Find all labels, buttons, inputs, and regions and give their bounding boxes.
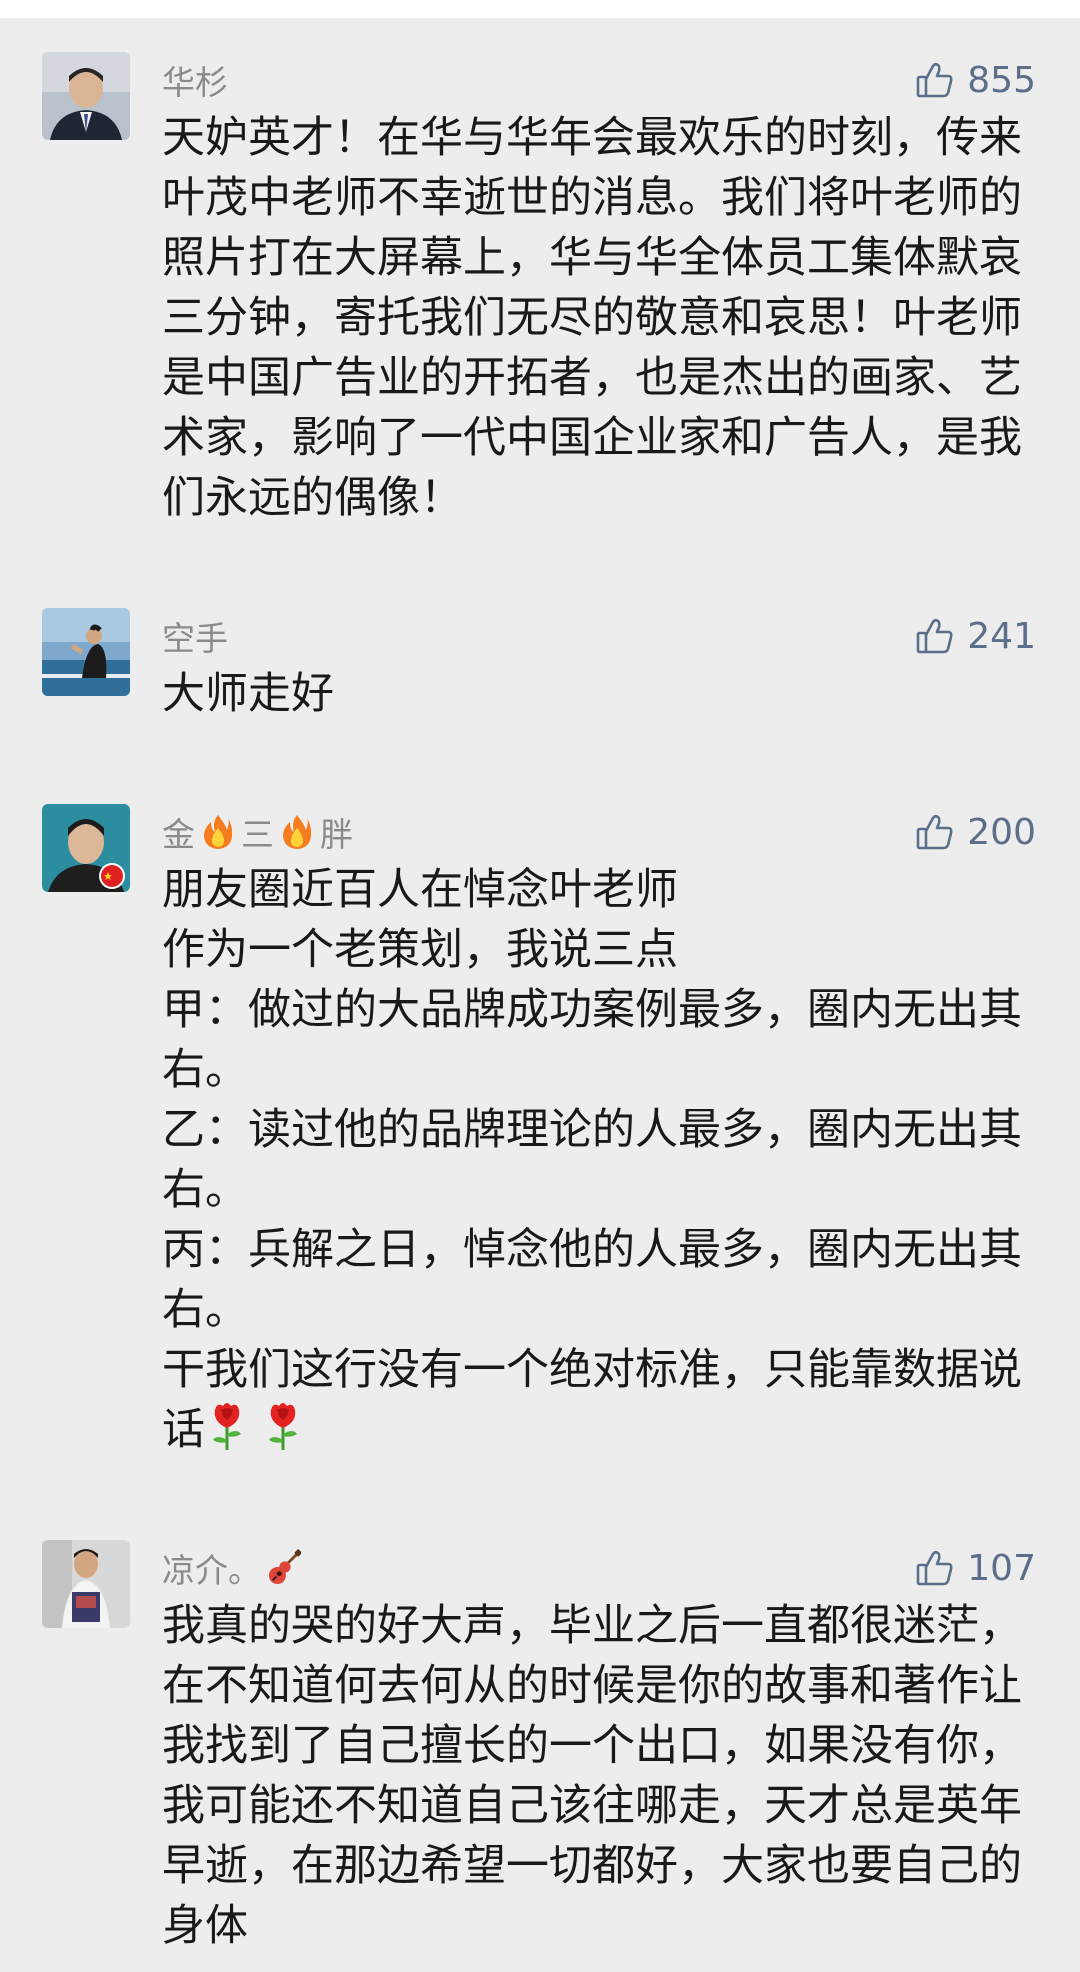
fire-icon	[280, 813, 314, 851]
author-name: 空手	[162, 619, 228, 658]
comment-line: 朋友圈近百人在悼念叶老师	[162, 865, 678, 915]
author-name: 凉介。	[162, 1551, 261, 1590]
like-count: 855	[967, 59, 1036, 101]
comment-text: 天妒英才！在华与华年会最欢乐的时刻，传来叶茂中老师不幸逝世的消息。我们将叶老师的…	[162, 113, 1022, 523]
comment-line: 乙：读过他的品牌理论的人最多，圈内无出其右。	[162, 1105, 1022, 1215]
avatar[interactable]	[42, 1540, 130, 1628]
rose-icon	[261, 1400, 305, 1452]
fire-icon	[201, 813, 235, 851]
author-name: 华杉	[162, 63, 228, 102]
like-button[interactable]: 241	[915, 612, 1036, 660]
like-button[interactable]: 200	[915, 808, 1036, 856]
thumbs-up-icon	[915, 812, 955, 852]
like-button[interactable]: 107	[915, 1544, 1036, 1592]
comment-line: 甲：做过的大品牌成功案例最多，圈内无出其右。	[162, 985, 1022, 1095]
like-button[interactable]: 855	[915, 56, 1036, 104]
comment-author[interactable]: 华杉	[162, 58, 228, 102]
avatar[interactable]	[42, 608, 130, 696]
author-name-part: 金	[162, 815, 195, 854]
rose-icon	[205, 1400, 249, 1452]
like-count: 107	[967, 1547, 1036, 1589]
comment-line: 丙：兵解之日，悼念他的人最多，圈内无出其右。	[162, 1225, 1022, 1335]
comment-author[interactable]: 金 三 胖	[162, 810, 353, 854]
comment-text: 大师走好	[162, 669, 334, 719]
comment-line: 作为一个老策划，我说三点	[162, 925, 678, 975]
author-name-part: 胖	[320, 815, 353, 854]
avatar[interactable]	[42, 804, 130, 892]
like-count: 200	[967, 811, 1036, 853]
thumbs-up-icon	[915, 616, 955, 656]
guitar-icon	[267, 1549, 301, 1587]
comment-author[interactable]: 凉介。	[162, 1546, 301, 1590]
comment-text: 我真的哭的好大声，毕业之后一直都很迷茫，在不知道何去何从的时候是你的故事和著作让…	[162, 1601, 1022, 1951]
thumbs-up-icon	[915, 60, 955, 100]
comment-author[interactable]: 空手	[162, 614, 228, 658]
comment-text: 朋友圈近百人在悼念叶老师 作为一个老策划，我说三点 甲：做过的大品牌成功案例最多…	[162, 860, 1032, 1460]
author-name-part: 三	[241, 815, 274, 854]
top-strip	[0, 0, 1080, 18]
avatar[interactable]	[42, 52, 130, 140]
thumbs-up-icon	[915, 1548, 955, 1588]
like-count: 241	[967, 615, 1036, 657]
